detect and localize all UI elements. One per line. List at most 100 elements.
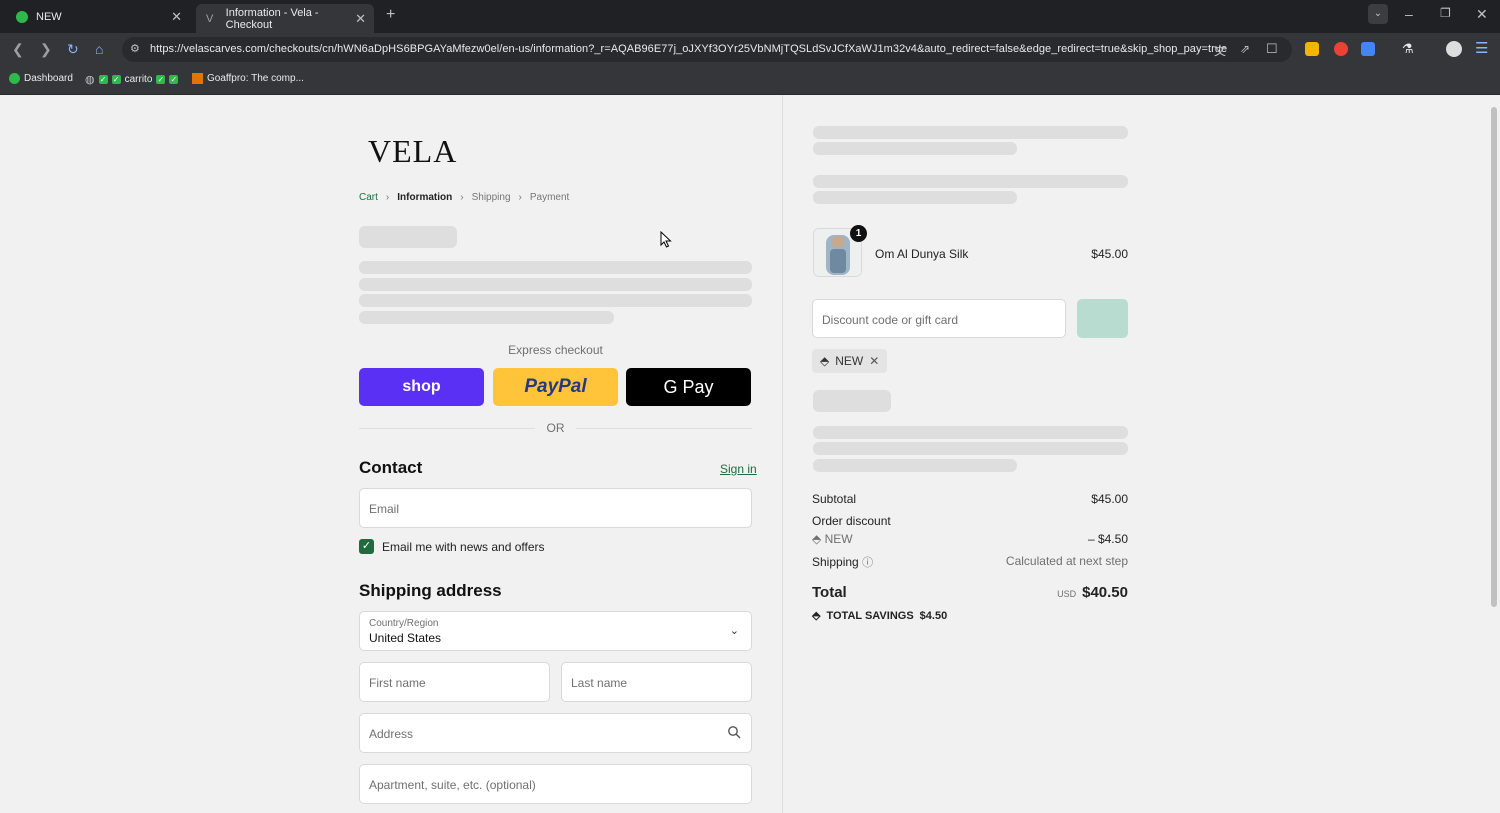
address-field[interactable]: Address	[359, 713, 752, 753]
bookmark-goaffpro[interactable]: Goaffpro: The comp...	[192, 73, 304, 84]
back-icon[interactable]: ❮	[12, 41, 24, 58]
shipping-value: Calculated at next step	[1005, 554, 1128, 568]
breadcrumb: Cart › Information › Shipping › Payment	[359, 192, 569, 203]
tag-icon: ⬘	[812, 610, 821, 622]
search-icon	[728, 726, 741, 739]
dashboard-icon	[9, 73, 20, 84]
breadcrumb-payment: Payment	[529, 192, 570, 203]
last-name-field[interactable]: Last name	[561, 662, 752, 702]
profile-avatar[interactable]	[1446, 41, 1462, 57]
savings-value: $4.50	[919, 609, 948, 622]
restore-icon[interactable]: ❐	[1440, 6, 1451, 20]
product-price: $45.00	[1091, 247, 1128, 261]
minimize-icon[interactable]: –	[1405, 6, 1413, 22]
close-window-icon[interactable]: ✕	[1476, 6, 1488, 23]
labs-icon[interactable]: ⚗	[1402, 41, 1414, 57]
browser-tab-checkout[interactable]: V Information - Vela - Checkout ✕	[196, 4, 374, 33]
column-divider	[782, 95, 783, 813]
checkout-page: VELA Cart › Information › Shipping › Pay…	[0, 95, 1488, 813]
bookmark-label: Dashboard	[24, 73, 73, 84]
separator-line	[576, 428, 752, 429]
paypal-button[interactable]: PayPal	[493, 368, 618, 406]
country-select[interactable]: Country/Region United States ⌄	[359, 611, 752, 651]
share-icon[interactable]: ⇗	[1240, 42, 1250, 56]
subtotal-value: $45.00	[1091, 492, 1128, 506]
last-name-placeholder: Last name	[571, 676, 628, 690]
tab-favicon-icon	[16, 11, 28, 23]
reload-icon[interactable]: ↻	[67, 41, 79, 58]
chevron-down-icon: ⌄	[729, 625, 739, 637]
url-text: https://velascarves.com/checkouts/cn/hWN…	[150, 43, 1228, 55]
translate-icon[interactable]: 文	[1214, 42, 1226, 59]
check-icon: ✓	[156, 75, 166, 84]
apply-discount-button[interactable]	[1077, 299, 1128, 338]
discount-placeholder: Discount code or gift card	[822, 313, 959, 327]
bookmark-label: carrito	[124, 74, 153, 85]
remove-discount-icon[interactable]: ✕	[869, 354, 879, 368]
scrollbar-thumb[interactable]	[1491, 107, 1497, 607]
address-placeholder: Address	[369, 727, 414, 741]
breadcrumb-cart[interactable]: Cart	[359, 192, 378, 203]
loading-skeleton	[813, 126, 1128, 139]
paypal-label: PayPal	[524, 376, 587, 397]
currency-code: USD	[1057, 589, 1077, 599]
menu-icon[interactable]: ☰	[1475, 39, 1488, 57]
country-value: United States	[369, 631, 442, 645]
applied-discount-tag: ⬘ NEW ✕	[812, 349, 888, 373]
shop-pay-button[interactable]: shop	[359, 368, 484, 406]
check-icon: ✓	[111, 75, 121, 84]
bookmark-icon[interactable]: ☐	[1266, 41, 1278, 57]
loading-skeleton	[359, 278, 752, 291]
page-scrollbar[interactable]	[1488, 95, 1500, 813]
tab-title: NEW	[36, 11, 62, 23]
site-info-icon[interactable]: ⚙	[130, 42, 140, 55]
tag-icon: ⬘	[820, 354, 830, 368]
country-label: Country/Region	[369, 618, 439, 629]
close-tab-icon[interactable]: ✕	[171, 9, 182, 25]
loading-skeleton	[813, 390, 891, 412]
chevron-right-icon: ›	[460, 192, 464, 203]
new-tab-icon[interactable]: +	[386, 6, 395, 24]
discount-value: – $4.50	[1087, 532, 1128, 546]
goaffpro-icon	[192, 73, 203, 84]
or-separator: OR	[359, 421, 752, 435]
home-icon[interactable]: ⌂	[95, 41, 103, 57]
globe-icon: ◍	[85, 74, 95, 86]
shop-pay-label: shop	[402, 378, 441, 395]
newsletter-checkbox[interactable]: ✓	[359, 539, 374, 554]
total-savings: ⬘ TOTAL SAVINGS $4.50	[812, 609, 948, 623]
bookmarks-bar: Dashboard ◍ ✓ ✓ carrito ✓ ✓ Goaffpro: Th…	[0, 66, 1500, 95]
total-label: Total	[812, 584, 847, 601]
extension-icon[interactable]	[1334, 42, 1348, 56]
email-field[interactable]: Email	[359, 488, 752, 528]
discount-code-field[interactable]: Discount code or gift card	[812, 299, 1066, 338]
tab-search-icon[interactable]: ⌄	[1368, 4, 1388, 24]
address-bar[interactable]: ⚙ https://velascarves.com/checkouts/cn/h…	[122, 37, 1292, 62]
loading-skeleton	[359, 294, 752, 307]
first-name-field[interactable]: First name	[359, 662, 550, 702]
forward-icon[interactable]: ❯	[40, 41, 52, 58]
store-logo[interactable]: VELA	[368, 133, 457, 170]
browser-tab-new[interactable]: NEW ✕	[6, 4, 190, 30]
chevron-right-icon: ›	[385, 192, 390, 203]
loading-skeleton	[359, 311, 614, 324]
loading-skeleton	[813, 442, 1128, 455]
puzzle-extensions-icon[interactable]	[1361, 42, 1375, 56]
google-pay-button[interactable]: G Pay	[626, 368, 751, 406]
apartment-field[interactable]: Apartment, suite, etc. (optional)	[359, 764, 752, 804]
breadcrumb-information: Information	[397, 192, 453, 203]
loading-skeleton	[813, 426, 1128, 439]
bookmark-dashboard[interactable]: Dashboard	[9, 73, 73, 84]
sign-in-link[interactable]: Sign in	[720, 462, 757, 476]
bookmark-carrito[interactable]: ◍ ✓ ✓ carrito ✓ ✓	[85, 73, 179, 86]
shipping-row: Shipping ⓘ Calculated at next step	[812, 554, 1128, 570]
info-icon[interactable]: ⓘ	[862, 557, 873, 569]
loading-skeleton	[813, 175, 1128, 188]
browser-tab-bar: NEW ✕ V Information - Vela - Checkout ✕ …	[0, 0, 1500, 33]
newsletter-checkbox-row[interactable]: ✓ Email me with news and offers	[359, 539, 545, 554]
contact-heading: Contact	[359, 458, 423, 477]
extension-icon[interactable]	[1305, 42, 1319, 56]
order-discount-row: Order discount	[812, 514, 1128, 528]
close-tab-icon[interactable]: ✕	[355, 11, 366, 27]
discount-code-label: NEW	[824, 532, 853, 546]
